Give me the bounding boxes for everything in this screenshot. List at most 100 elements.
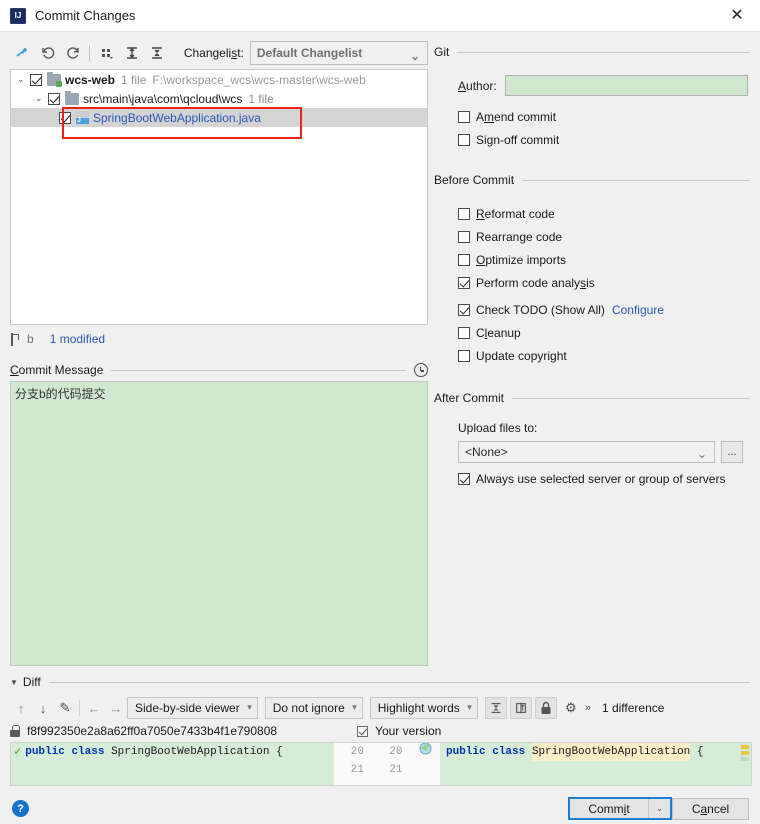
java-file-icon bbox=[76, 111, 89, 125]
checkbox-box[interactable] bbox=[458, 110, 470, 123]
difference-count: 1 difference bbox=[601, 701, 665, 715]
chevron-down-icon[interactable]: ⌄ bbox=[17, 74, 30, 85]
tree-row[interactable]: ⌄ wcs-web 1 file F:\workspace_wcs\wcs-ma… bbox=[11, 70, 427, 89]
diff-viewer[interactable]: ✓ public class SpringBootWebApplication … bbox=[10, 742, 752, 786]
tree-row[interactable]: ⌄ src\main\java\com\qcloud\wcs 1 file bbox=[11, 89, 427, 108]
ignore-mode-select[interactable]: Do not ignore ▾ bbox=[264, 697, 363, 719]
move-to-changelist-icon[interactable] bbox=[10, 41, 35, 65]
sign-off-commit-checkbox[interactable]: Sign-off commit bbox=[458, 129, 559, 150]
whitespace-icon[interactable] bbox=[509, 697, 532, 719]
diff-right-pane[interactable]: public class SpringBootWebApplication { bbox=[440, 742, 752, 786]
file-checkbox[interactable] bbox=[48, 92, 60, 105]
tree-node-label: src\main\java\com\qcloud\wcs bbox=[83, 91, 243, 106]
commit-button[interactable]: Comm i t bbox=[570, 799, 648, 818]
keyword: public bbox=[25, 746, 65, 758]
clock-history-icon[interactable] bbox=[414, 363, 428, 377]
lock-icon[interactable] bbox=[534, 697, 557, 719]
always-use-server-label: Always use selected server or group of s… bbox=[476, 471, 726, 486]
prev-diff-icon[interactable]: ↑ bbox=[10, 697, 32, 719]
git-section-header: Git bbox=[434, 45, 750, 59]
commit-options-chevron-down-icon[interactable]: ⌄ bbox=[648, 799, 670, 818]
amend-commit-checkbox[interactable]: Amend commit bbox=[458, 106, 556, 127]
divider bbox=[111, 369, 406, 371]
branch-icon bbox=[10, 332, 21, 346]
apply-right-icon[interactable]: → bbox=[105, 697, 127, 719]
check-todo-label: Check TODO (Show All) bbox=[476, 302, 605, 317]
right-line-number: 20 bbox=[389, 746, 403, 758]
checkbox-box[interactable] bbox=[458, 207, 470, 220]
refresh-icon[interactable] bbox=[60, 41, 85, 65]
commit-button-group[interactable]: Comm i t ⌄ bbox=[568, 797, 672, 820]
settings-gear-icon[interactable]: ⚙ bbox=[560, 697, 582, 719]
next-diff-icon[interactable]: ↓ bbox=[32, 697, 54, 719]
checkbox-box[interactable] bbox=[458, 133, 470, 146]
revert-icon[interactable] bbox=[35, 41, 60, 65]
cleanup-checkbox[interactable]: Cleanup bbox=[458, 322, 521, 343]
tree-node-label: SpringBootWebApplication.java bbox=[93, 110, 261, 125]
viewer-mode-value: Side-by-side viewer bbox=[135, 701, 240, 715]
checkbox-box[interactable] bbox=[458, 276, 470, 289]
diff-scroll-markers[interactable] bbox=[741, 745, 749, 763]
configure-link[interactable]: Configure bbox=[612, 303, 664, 317]
cleanup-label: Cleanup bbox=[476, 325, 521, 340]
tree-row[interactable]: SpringBootWebApplication.java bbox=[11, 108, 427, 127]
collapse-all-icon[interactable] bbox=[145, 41, 170, 65]
file-checkbox[interactable] bbox=[30, 73, 42, 86]
before-commit-section-header: Before Commit bbox=[434, 173, 750, 187]
diff-code-line bbox=[440, 761, 751, 779]
triangle-down-icon[interactable]: ▼ bbox=[10, 678, 18, 687]
apply-left-icon[interactable]: ← bbox=[83, 697, 105, 719]
author-input[interactable] bbox=[504, 75, 748, 96]
your-version-checkbox[interactable] bbox=[357, 725, 369, 737]
gutter-line bbox=[334, 779, 440, 785]
optimize-imports-checkbox[interactable]: Optimize imports bbox=[458, 249, 566, 270]
upload-target-select[interactable]: <None> ⌄ bbox=[458, 441, 715, 463]
chevron-down-icon[interactable]: ⌄ bbox=[35, 93, 48, 104]
highlight-mode-select[interactable]: Highlight words ▾ bbox=[369, 697, 478, 719]
changed-files-tree[interactable]: ⌄ wcs-web 1 file F:\workspace_wcs\wcs-ma… bbox=[10, 69, 428, 325]
sign-off-commit-label: Sign-off commit bbox=[476, 132, 560, 147]
group-by-icon[interactable] bbox=[94, 41, 119, 65]
upload-files-label: Upload files to: bbox=[458, 421, 538, 435]
change-marker-icon[interactable] bbox=[419, 743, 432, 762]
divider bbox=[522, 179, 750, 181]
close-icon[interactable]: ✕ bbox=[714, 0, 760, 32]
checkbox-box[interactable] bbox=[458, 230, 470, 243]
perform-code-analysis-checkbox[interactable]: Perform code analysis bbox=[458, 272, 595, 293]
expand-all-icon[interactable] bbox=[120, 41, 145, 65]
checkbox-box[interactable] bbox=[458, 349, 470, 362]
accept-change-icon[interactable]: ✓ bbox=[14, 743, 21, 761]
browse-servers-button[interactable]: ... bbox=[721, 441, 743, 463]
diff-title: Diff bbox=[22, 675, 41, 689]
rearrange-code-checkbox[interactable]: Rearrange code bbox=[458, 226, 562, 247]
viewer-mode-select[interactable]: Side-by-side viewer ▾ bbox=[127, 697, 258, 719]
checkbox-box[interactable] bbox=[458, 253, 470, 266]
checkbox-box[interactable] bbox=[458, 303, 470, 316]
checkbox-box[interactable] bbox=[458, 472, 470, 485]
diff-toolbar: ↑ ↓ ✎ ← → Side-by-side viewer ▾ Do not i… bbox=[10, 696, 752, 720]
class-name: SpringBootWebApplication bbox=[111, 746, 270, 758]
changelist-select[interactable]: Default Changelist ⌄ bbox=[249, 41, 429, 65]
reformat-code-checkbox[interactable]: Reformat code bbox=[458, 203, 555, 224]
title-bar: Commit Changes ✕ bbox=[0, 0, 760, 32]
diff-section-header[interactable]: ▼ Diff bbox=[10, 674, 750, 690]
collapse-unchanged-icon[interactable] bbox=[484, 697, 507, 719]
always-use-server-checkbox[interactable]: Always use selected server or group of s… bbox=[458, 468, 725, 489]
keyword: public bbox=[446, 746, 486, 758]
more-options-icon[interactable]: » bbox=[585, 702, 591, 714]
update-copyright-checkbox[interactable]: Update copyright bbox=[458, 345, 567, 366]
changes-status-bar: b 1 modified bbox=[10, 330, 428, 348]
modified-count[interactable]: 1 modified bbox=[50, 332, 105, 346]
diff-left-pane[interactable]: ✓ public class SpringBootWebApplication … bbox=[10, 742, 334, 786]
author-label: Author: bbox=[458, 78, 497, 93]
cancel-button[interactable]: Ca ncel bbox=[672, 798, 749, 820]
file-checkbox[interactable] bbox=[59, 111, 71, 124]
commit-message-input[interactable]: 分支b的代码提交 bbox=[10, 381, 428, 666]
changelist-value: Default Changelist bbox=[256, 46, 363, 60]
check-todo-checkbox[interactable]: Check TODO (Show All) Configure bbox=[458, 299, 664, 320]
chevron-down-icon: ⌄ bbox=[409, 49, 421, 63]
edit-icon[interactable]: ✎ bbox=[54, 697, 76, 719]
help-button[interactable]: ? bbox=[12, 800, 29, 817]
checkbox-box[interactable] bbox=[458, 326, 470, 339]
gutter-line: 20 20 bbox=[334, 743, 440, 761]
